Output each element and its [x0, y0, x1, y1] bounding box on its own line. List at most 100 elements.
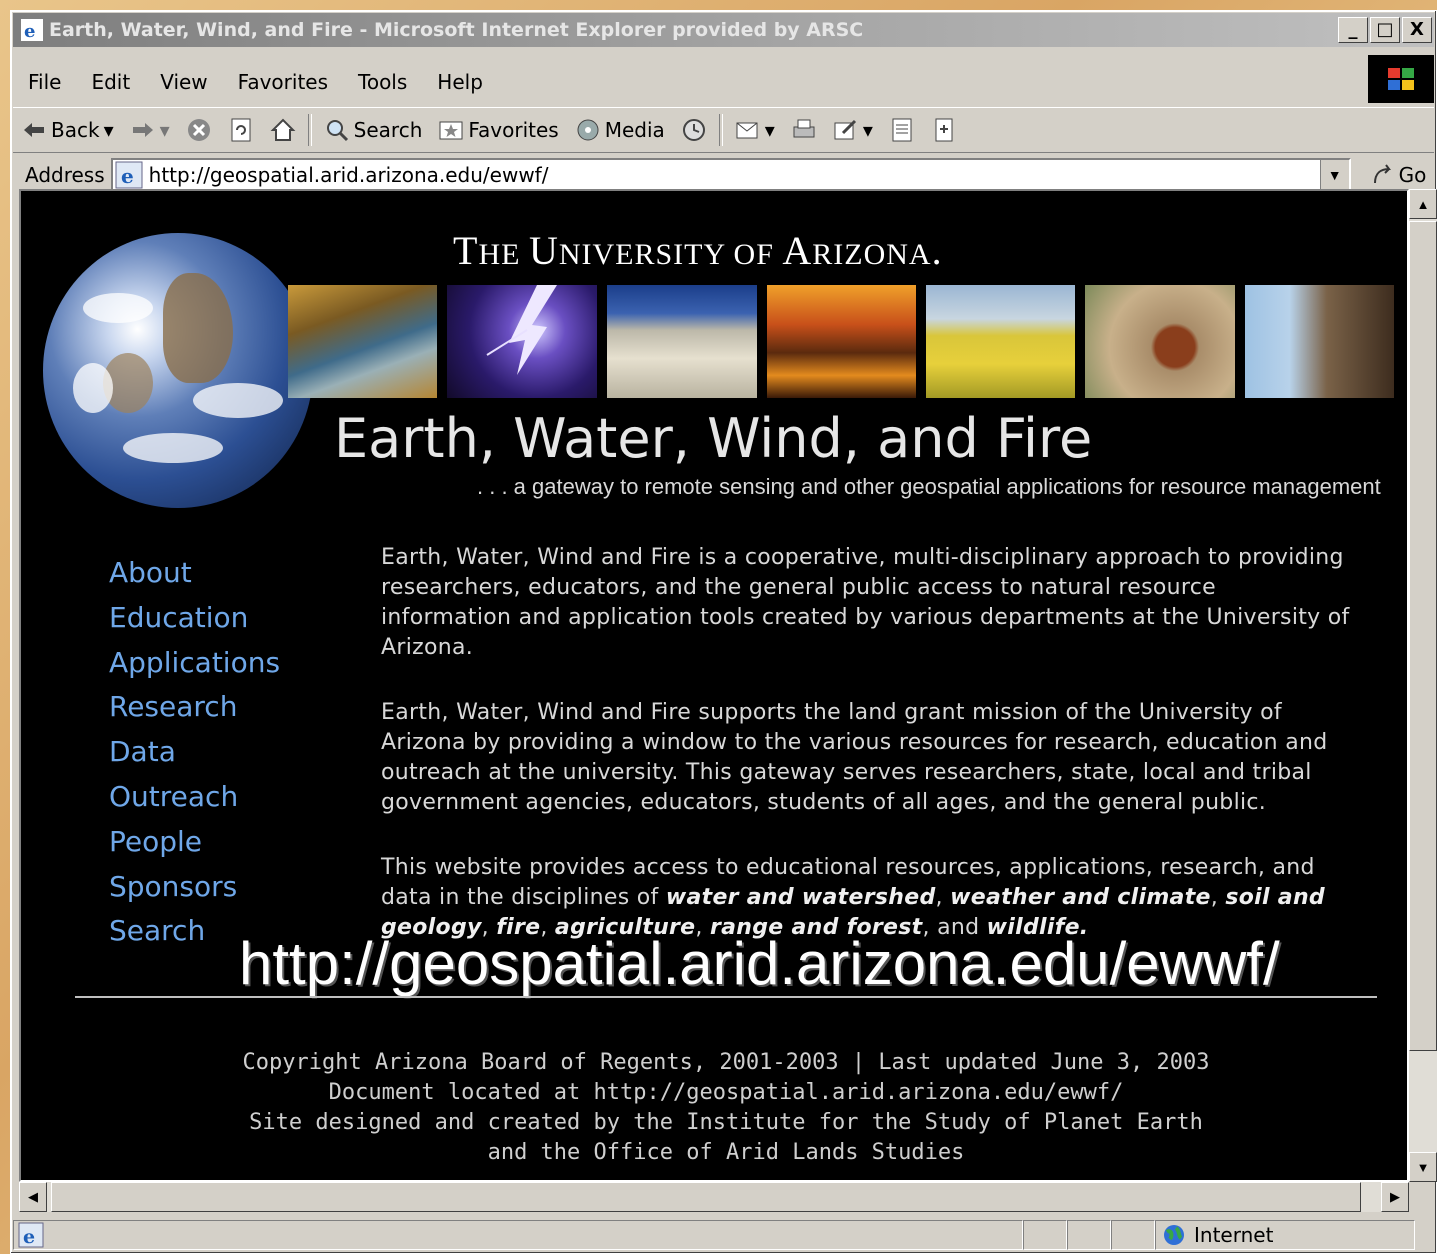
search-button[interactable]: Search — [316, 117, 431, 143]
scroll-up-icon[interactable]: ▲ — [1409, 189, 1437, 219]
home-button[interactable] — [262, 117, 304, 143]
photo-strip — [288, 285, 1394, 398]
menu-bar: File Edit View Favorites Tools Help — [13, 61, 1434, 103]
toolbar-separator — [718, 114, 723, 146]
back-arrow-icon — [24, 123, 44, 137]
favorites-star-icon — [439, 121, 463, 140]
forward-dropdown-icon[interactable]: ▾ — [160, 118, 170, 142]
intro-paragraph-1: Earth, Water, Wind and Fire is a coopera… — [381, 545, 1350, 660]
menu-file[interactable]: File — [13, 70, 76, 94]
forward-button[interactable]: ▾ — [122, 117, 178, 143]
intro-paragraph-2: Earth, Water, Wind and Fire supports the… — [381, 700, 1328, 815]
zone-label: Internet — [1194, 1223, 1274, 1247]
close-button[interactable]: X — [1402, 17, 1432, 43]
back-label: Back — [51, 118, 100, 142]
footer-credits-2: and the Office of Arid Lands Studies — [487, 1140, 965, 1165]
page-content: THE UNIVERSITY OF ARIZONA. Earth, Water,… — [19, 189, 1409, 1182]
security-zone: Internet — [1155, 1220, 1415, 1250]
university-logo-text: THE UNIVERSITY OF ARIZONA. — [453, 228, 943, 273]
nav-link-research[interactable]: Research — [109, 685, 280, 730]
refresh-button[interactable] — [220, 117, 262, 143]
page-icon: e — [115, 161, 143, 189]
scroll-left-icon[interactable]: ◀ — [19, 1182, 47, 1212]
menu-edit[interactable]: Edit — [76, 70, 145, 94]
earth-globe-image — [43, 233, 313, 508]
messenger-button[interactable] — [923, 117, 965, 143]
internet-globe-icon — [1164, 1225, 1184, 1245]
messenger-icon — [935, 118, 953, 142]
title-bar: e Earth, Water, Wind, and Fire - Microso… — [13, 13, 1434, 47]
site-nav: About Education Applications Research Da… — [109, 551, 280, 954]
menu-help[interactable]: Help — [422, 70, 498, 94]
print-button[interactable] — [783, 117, 825, 143]
menu-tools[interactable]: Tools — [343, 70, 422, 94]
stop-button[interactable] — [178, 117, 220, 143]
mail-button[interactable]: ▾ — [727, 117, 783, 143]
page-status-icon: e — [18, 1222, 44, 1248]
svg-text:e: e — [23, 1226, 35, 1248]
ie-logo-icon: e — [21, 19, 43, 41]
agriculture-field-photo — [925, 285, 1076, 398]
vertical-scroll-thumb[interactable] — [1409, 221, 1437, 1051]
site-headline: Earth, Water, Wind, and Fire — [334, 407, 1093, 470]
favorites-button[interactable]: Favorites — [430, 117, 566, 143]
menu-view[interactable]: View — [145, 70, 222, 94]
maximize-button[interactable]: □ — [1370, 17, 1400, 43]
lightning-photo — [447, 285, 598, 398]
scroll-down-icon[interactable]: ▼ — [1409, 1152, 1437, 1182]
site-tagline: . . . a gateway to remote sensing and ot… — [477, 474, 1381, 499]
divider — [75, 996, 1377, 998]
nav-link-about[interactable]: About — [109, 551, 280, 596]
back-dropdown-icon[interactable]: ▾ — [104, 118, 114, 142]
window-title: Earth, Water, Wind, and Fire - Microsoft… — [49, 19, 864, 41]
address-label: Address — [25, 163, 105, 187]
nav-link-applications[interactable]: Applications — [109, 641, 280, 686]
media-button[interactable]: Media — [567, 117, 673, 143]
media-icon — [577, 119, 599, 141]
water-river-photo — [288, 285, 438, 398]
overlay-url-caption: http://geospatial.arid.arizona.edu/ewwf/ — [239, 930, 1280, 997]
edit-icon — [834, 119, 856, 140]
mail-icon — [736, 122, 758, 139]
browser-window: e Earth, Water, Wind, and Fire - Microso… — [10, 10, 1437, 1254]
menu-favorites[interactable]: Favorites — [223, 70, 343, 94]
nav-link-people[interactable]: People — [109, 820, 280, 865]
windows-flag-icon — [1368, 55, 1434, 103]
go-arrow-icon — [1373, 164, 1391, 184]
edit-dropdown-icon[interactable]: ▾ — [863, 118, 873, 142]
nav-link-data[interactable]: Data — [109, 730, 280, 775]
address-url: http://geospatial.arid.arizona.edu/ewwf/ — [148, 163, 549, 187]
address-dropdown-icon[interactable]: ▼ — [1319, 160, 1349, 190]
favorites-label: Favorites — [468, 118, 559, 142]
printer-icon — [793, 119, 815, 138]
mail-dropdown-icon[interactable]: ▾ — [765, 118, 775, 142]
forward-arrow-icon — [132, 123, 153, 137]
history-icon — [682, 119, 705, 141]
media-label: Media — [604, 118, 665, 142]
discuss-icon — [892, 118, 912, 142]
back-button[interactable]: Back ▾ — [13, 117, 122, 143]
search-label: Search — [353, 118, 423, 142]
horizontal-scroll-thumb[interactable] — [51, 1182, 1361, 1212]
forest-fire-photo — [766, 285, 916, 398]
sand-dunes-photo — [607, 285, 757, 398]
nav-link-education[interactable]: Education — [109, 596, 280, 641]
nav-link-sponsors[interactable]: Sponsors — [109, 865, 280, 910]
refresh-icon — [231, 118, 251, 142]
status-bar: e Internet — [13, 1217, 1434, 1253]
address-input[interactable]: e http://geospatial.arid.arizona.edu/eww… — [110, 158, 1351, 192]
nav-link-outreach[interactable]: Outreach — [109, 775, 280, 820]
discuss-button[interactable] — [881, 117, 923, 143]
minimize-button[interactable]: _ — [1338, 17, 1368, 43]
history-button[interactable] — [673, 117, 715, 143]
go-button[interactable]: Go — [1371, 163, 1427, 187]
horizontal-scrollbar[interactable]: ◀ ▶ — [19, 1182, 1409, 1212]
go-label: Go — [1398, 163, 1427, 187]
standard-toolbar: Back ▾ ▾ Search Favorites Media ▾ ▾ — [13, 107, 1434, 153]
status-text-cell: e — [13, 1220, 1023, 1250]
scroll-right-icon[interactable]: ▶ — [1381, 1182, 1409, 1212]
edit-button[interactable]: ▾ — [825, 117, 881, 143]
svg-text:e: e — [24, 21, 35, 41]
vertical-scrollbar[interactable]: ▲ ▼ — [1409, 189, 1437, 1182]
cattle-range-photo — [1085, 285, 1235, 398]
